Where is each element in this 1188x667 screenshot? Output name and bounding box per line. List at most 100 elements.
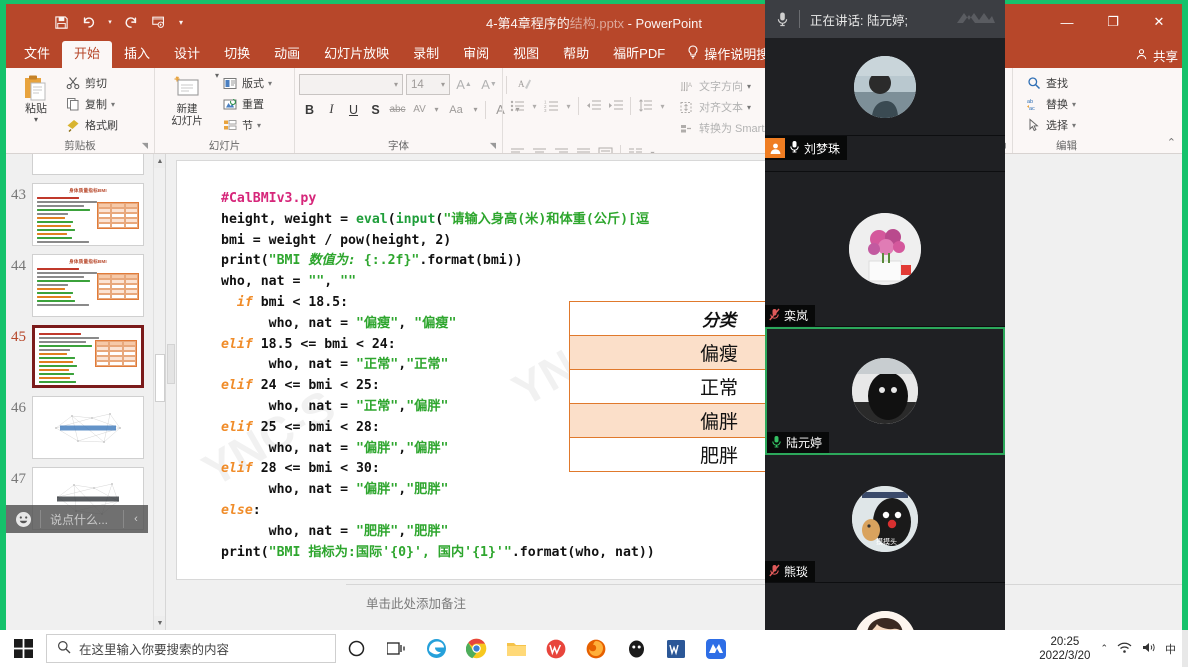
tab-record[interactable]: 录制 [401,41,451,68]
network-icon[interactable] [1117,641,1132,657]
clock[interactable]: 20:25 2022/3/20 [1039,635,1100,663]
word-icon[interactable] [656,630,696,667]
close-button[interactable]: ✕ [1136,4,1182,40]
qq-icon[interactable] [616,630,656,667]
font-dialog-launcher-icon[interactable]: ◥ [490,138,496,153]
pane-splitter[interactable] [166,154,176,630]
columns-dropdown-icon[interactable]: ▾ [647,143,658,153]
tab-file[interactable]: 文件 [12,41,62,68]
find-button[interactable]: 查找 [1023,73,1079,93]
strikethrough-button[interactable]: abc [387,99,408,120]
change-case-dropdown-icon[interactable]: ▾ [470,99,481,120]
volume-icon[interactable] [1141,641,1156,657]
customize-qat-icon[interactable]: ▾ [174,9,188,35]
redo-icon[interactable] [118,9,144,35]
justify-button[interactable] [573,143,594,153]
increase-font-size-button[interactable]: A ▲ [453,74,475,95]
character-spacing-button[interactable]: AV [409,99,430,120]
firefox-icon[interactable] [576,630,616,667]
font-size-input[interactable]: 14 ▾ [406,74,450,95]
align-right-button[interactable] [551,143,572,153]
start-presentation-icon[interactable] [146,9,172,35]
participant-tile[interactable]: 栾岚 [765,172,1005,327]
clipboard-dialog-launcher-icon[interactable]: ◥ [142,138,148,153]
comment-float-bar[interactable]: 说点什么... ‹ [6,505,148,533]
change-case-button[interactable]: Aa [443,99,469,120]
line-spacing-dropdown-icon[interactable]: ▾ [657,96,668,117]
restore-button[interactable]: ❐ [1090,4,1136,40]
undo-dropdown-icon[interactable]: ▾ [104,9,116,35]
cut-button[interactable]: 剪切 [62,73,121,93]
tab-slideshow[interactable]: 幻灯片放映 [312,41,401,68]
select-button[interactable]: 选择 ▾ [1023,115,1079,135]
smiley-icon[interactable] [6,511,40,528]
tab-animations[interactable]: 动画 [262,41,312,68]
tab-help[interactable]: 帮助 [551,41,601,68]
paste-dropdown-icon[interactable]: ▾ [34,116,38,124]
participant-tile-active-speaker[interactable]: 陆元婷 [765,327,1005,455]
section-dropdown-icon[interactable]: ▾ [257,121,261,130]
explorer-icon[interactable] [496,630,536,667]
scroll-down-icon[interactable]: ▼ [154,616,165,630]
layout-dropdown-icon[interactable]: ▾ [268,79,272,88]
thumbnail-46[interactable]: 46 [6,392,158,463]
increase-indent-button[interactable] [605,96,626,117]
thumbnail-43[interactable]: 43 身体质量指标BMI [6,179,158,250]
slide-canvas[interactable]: YNC-S YNC-S #CalBMIv3.pyheight, weight =… [176,160,864,580]
chrome-icon[interactable] [456,630,496,667]
columns-button[interactable] [625,143,646,153]
character-spacing-dropdown-icon[interactable]: ▾ [431,99,442,120]
numbering-button[interactable]: 123 [541,96,562,117]
bullets-dropdown-icon[interactable]: ▾ [529,96,540,117]
collapse-ribbon-icon[interactable]: ⌃ [1167,136,1176,149]
participant-tile[interactable] [765,38,1005,136]
comment-collapse-button[interactable]: ‹ [124,513,148,525]
layout-button[interactable]: 版式 ▾ [219,73,275,93]
tab-home[interactable]: 开始 [62,41,113,68]
text-shadow-button[interactable]: S [365,99,386,120]
start-button[interactable] [0,630,46,667]
align-text-dropdown-icon[interactable]: ▾ [747,103,751,112]
font-size-dropdown-icon[interactable]: ▾ [441,80,445,89]
save-icon[interactable] [48,9,74,35]
bold-button[interactable]: B [299,99,320,120]
share-button[interactable]: 共享 [1135,46,1178,65]
thumbnail-44[interactable]: 44 身体质量指标BMI [6,250,158,321]
thumbnail-42[interactable]: 42 标题文字 [6,154,158,179]
replace-button[interactable]: ab ac 替换 ▾ [1023,94,1079,114]
tencent-meeting-icon[interactable] [696,630,736,667]
font-name-input[interactable]: ▾ [299,74,403,95]
italic-button[interactable]: I [321,99,342,120]
format-painter-button[interactable]: 格式刷 [62,115,121,135]
show-hidden-icons-icon[interactable]: ⌃ [1100,643,1108,654]
select-dropdown-icon[interactable]: ▾ [1072,121,1076,130]
participant-tile[interactable]: 刘梦珠 [765,136,1005,172]
minimize-button[interactable]: — [1044,4,1090,40]
tab-foxit-pdf[interactable]: 福昕PDF [601,41,677,68]
copy-dropdown-icon[interactable]: ▾ [111,100,115,109]
tab-view[interactable]: 视图 [501,41,551,68]
font-name-dropdown-icon[interactable]: ▾ [394,80,398,89]
cortana-icon[interactable] [336,630,376,667]
wps-icon[interactable] [536,630,576,667]
splitter-grip[interactable] [167,344,175,384]
search-input[interactable]: 在这里输入你要搜索的内容 [46,634,336,663]
distribute-button[interactable] [595,143,616,153]
tab-insert[interactable]: 插入 [112,41,162,68]
notes-pane[interactable]: 单击此处添加备注 [346,584,1182,630]
numbering-dropdown-icon[interactable]: ▾ [563,96,574,117]
reset-button[interactable]: 重置 [219,94,275,114]
line-spacing-button[interactable] [635,96,656,117]
thumbnail-scrollbar[interactable]: ▲ ▼ [153,154,165,630]
align-center-button[interactable] [529,143,550,153]
task-view-icon[interactable] [376,630,416,667]
tab-design[interactable]: 设计 [162,41,212,68]
decrease-indent-button[interactable] [583,96,604,117]
new-slide-button[interactable]: 新建 幻灯片 [159,71,215,127]
comment-input[interactable]: 说点什么... [41,511,123,528]
copy-button[interactable]: 复制 ▾ [62,94,121,114]
thumbnail-45[interactable]: 45 [6,321,158,392]
paste-button[interactable]: 粘贴 ▾ [10,71,62,124]
scroll-up-icon[interactable]: ▲ [154,154,165,168]
bullets-button[interactable] [507,96,528,117]
